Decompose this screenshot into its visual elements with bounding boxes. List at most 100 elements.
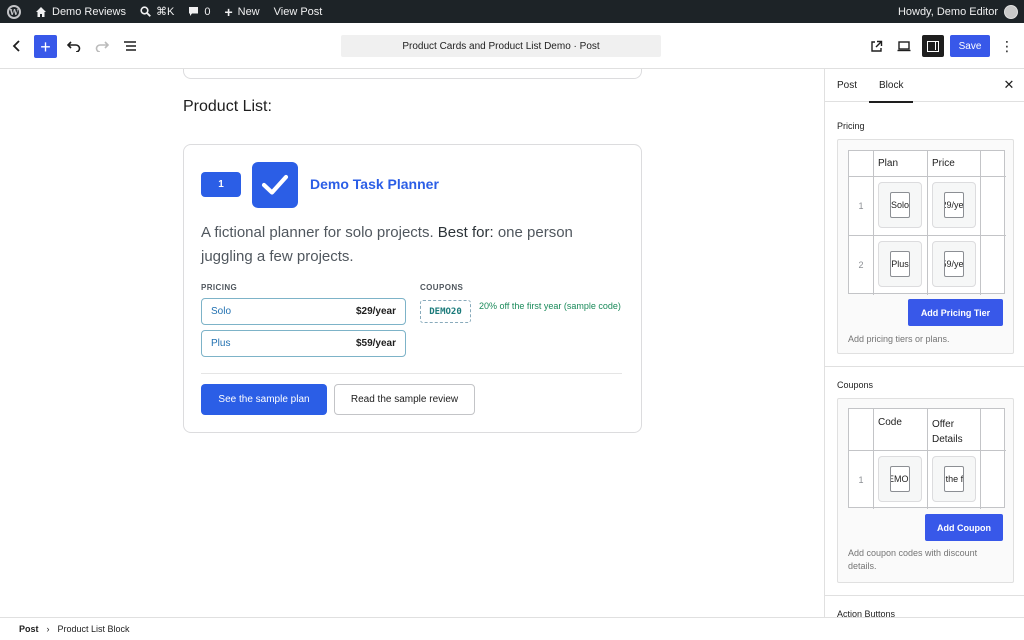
close-sidebar-button[interactable]: ✕ — [1001, 77, 1017, 93]
price-input[interactable]: $29/year — [944, 192, 964, 218]
comment-icon — [189, 7, 199, 16]
rank-badge: 1 — [201, 172, 241, 197]
price-cell[interactable]: $59/year — [932, 241, 976, 287]
pricing-row: Plus $59/year — [201, 330, 406, 357]
coupon-details: 20% off the first year (sample code) — [479, 301, 621, 311]
more-vertical-icon: ⋮ — [1000, 38, 1014, 54]
view-post-label: View Post — [273, 5, 323, 18]
admin-bar: W Demo Reviews ⌘K 0 + New View Post Howd… — [0, 0, 1024, 23]
offer-cell[interactable]: 20% off the first year — [932, 456, 976, 502]
price-cell[interactable]: $29/year — [932, 182, 976, 228]
plan-input[interactable]: Solo — [890, 192, 910, 218]
sidebar-tabs: Post Block ✕ — [825, 69, 1024, 103]
options-button[interactable]: ⋮ — [995, 34, 1019, 58]
plan-cell[interactable]: Plus — [878, 241, 922, 287]
site-name-link[interactable]: Demo Reviews — [28, 0, 133, 23]
new-content-link[interactable]: + New — [217, 0, 266, 23]
action-buttons-panel-title[interactable]: Action Buttons — [837, 609, 895, 617]
editor-canvas[interactable]: Product List: 1 Demo Task Planner A fict… — [0, 69, 824, 617]
table-grid-line — [980, 409, 981, 509]
product-list-heading[interactable]: Product List: — [183, 98, 272, 116]
row-number: 1 — [858, 201, 864, 211]
block-breadcrumb: Post › Product List Block — [0, 617, 1024, 640]
coupon-code[interactable]: DEMO20 — [420, 300, 471, 323]
document-overview-button[interactable] — [118, 34, 142, 58]
preview-button[interactable] — [892, 34, 916, 58]
plan-price: $29/year — [355, 306, 396, 317]
wordpress-logo[interactable]: W — [0, 0, 28, 23]
view-post-link[interactable]: View Post — [267, 0, 330, 23]
code-input[interactable]: DEMO20 — [890, 466, 910, 492]
back-button[interactable] — [5, 34, 29, 58]
product-description: A fictional planner for solo projects. B… — [201, 221, 621, 269]
card-divider — [201, 373, 622, 374]
pricing-panel: Plan Price 1 Solo $29/year 2 Plus $59/ye… — [837, 139, 1014, 354]
site-name: Demo Reviews — [52, 5, 126, 18]
pricing-row: Solo $29/year — [201, 298, 406, 325]
editor-toolbar: + Product Cards and Product List Demo · … — [0, 23, 1024, 69]
column-header-price: Price — [932, 158, 955, 169]
pricing-table: Plan Price 1 Solo $29/year 2 Plus $59/ye… — [848, 150, 1006, 295]
table-grid-line — [927, 409, 928, 509]
see-plan-button[interactable]: See the sample plan — [201, 384, 327, 415]
save-button[interactable]: Save — [950, 35, 990, 57]
plan-name: Plus — [211, 338, 231, 349]
search-shortcut: ⌘K — [155, 6, 175, 18]
command-palette-link[interactable]: ⌘K — [133, 0, 181, 23]
read-review-button[interactable]: Read the sample review — [334, 384, 475, 415]
column-header-code: Code — [878, 417, 902, 428]
document-title: Product Cards and Product List Demo · Po… — [402, 40, 600, 52]
product-card[interactable]: 1 Demo Task Planner A fictional planner … — [183, 144, 642, 433]
add-pricing-tier-button[interactable]: Add Pricing Tier — [908, 299, 1003, 326]
pricing-panel-title[interactable]: Pricing — [837, 121, 865, 131]
offer-input[interactable]: 20% off the first year — [944, 466, 964, 492]
close-icon: ✕ — [1003, 77, 1015, 92]
comments-link[interactable]: 0 — [181, 0, 217, 23]
breadcrumb-current[interactable]: Product List Block — [58, 624, 130, 634]
settings-sidebar: Post Block ✕ Pricing Plan Price 1 Solo $… — [824, 69, 1024, 617]
plus-icon: + — [224, 3, 233, 20]
chevron-right-icon: › — [46, 624, 50, 634]
document-title-bar[interactable]: Product Cards and Product List Demo · Po… — [341, 35, 661, 57]
coupons-panel: Code Offer Details 1 DEMO20 20% off the … — [837, 398, 1014, 583]
breadcrumb-post[interactable]: Post — [19, 624, 39, 634]
column-header-plan: Plan — [878, 158, 899, 169]
wordpress-icon: W — [7, 4, 21, 19]
description-text: A fictional planner for solo projects. — [201, 224, 438, 241]
code-cell[interactable]: DEMO20 — [878, 456, 922, 502]
coupons-label: COUPONS — [420, 283, 464, 292]
plan-input[interactable]: Plus — [890, 251, 910, 277]
tab-block[interactable]: Block — [868, 69, 915, 103]
settings-toggle-button[interactable] — [922, 35, 944, 57]
plan-price: $59/year — [355, 338, 396, 349]
redo-button[interactable] — [90, 34, 114, 58]
new-label: New — [237, 5, 260, 18]
product-name[interactable]: Demo Task Planner — [310, 176, 439, 192]
column-header-offer-details: Offer Details — [932, 419, 963, 445]
add-coupon-button[interactable]: Add Coupon — [925, 514, 1003, 541]
tab-post[interactable]: Post — [837, 69, 857, 102]
previous-block[interactable] — [183, 69, 642, 79]
avatar — [1004, 4, 1018, 19]
block-inserter-button[interactable]: + — [34, 35, 57, 58]
plan-cell[interactable]: Solo — [878, 182, 922, 228]
account-menu[interactable]: Howdy, Demo Editor — [898, 4, 1024, 19]
list-view-icon — [124, 41, 136, 51]
price-input[interactable]: $59/year — [944, 251, 964, 277]
row-number: 2 — [858, 260, 864, 270]
redo-icon — [95, 41, 109, 52]
coupons-table: Code Offer Details 1 DEMO20 20% off the … — [848, 408, 1006, 509]
panel-divider — [825, 595, 1024, 596]
row-number: 1 — [858, 475, 864, 485]
desktop-icon — [897, 41, 911, 52]
chevron-left-icon — [12, 40, 20, 52]
pricing-help-text: Add pricing tiers or plans. — [848, 334, 950, 344]
coupons-panel-title[interactable]: Coupons — [837, 380, 873, 390]
search-icon — [140, 6, 151, 17]
view-post-button[interactable] — [864, 34, 888, 58]
pricing-label: PRICING — [201, 283, 238, 292]
home-icon — [36, 6, 46, 17]
best-for-label: Best for: — [437, 224, 494, 241]
undo-button[interactable] — [62, 34, 86, 58]
table-grid-line — [927, 151, 928, 295]
